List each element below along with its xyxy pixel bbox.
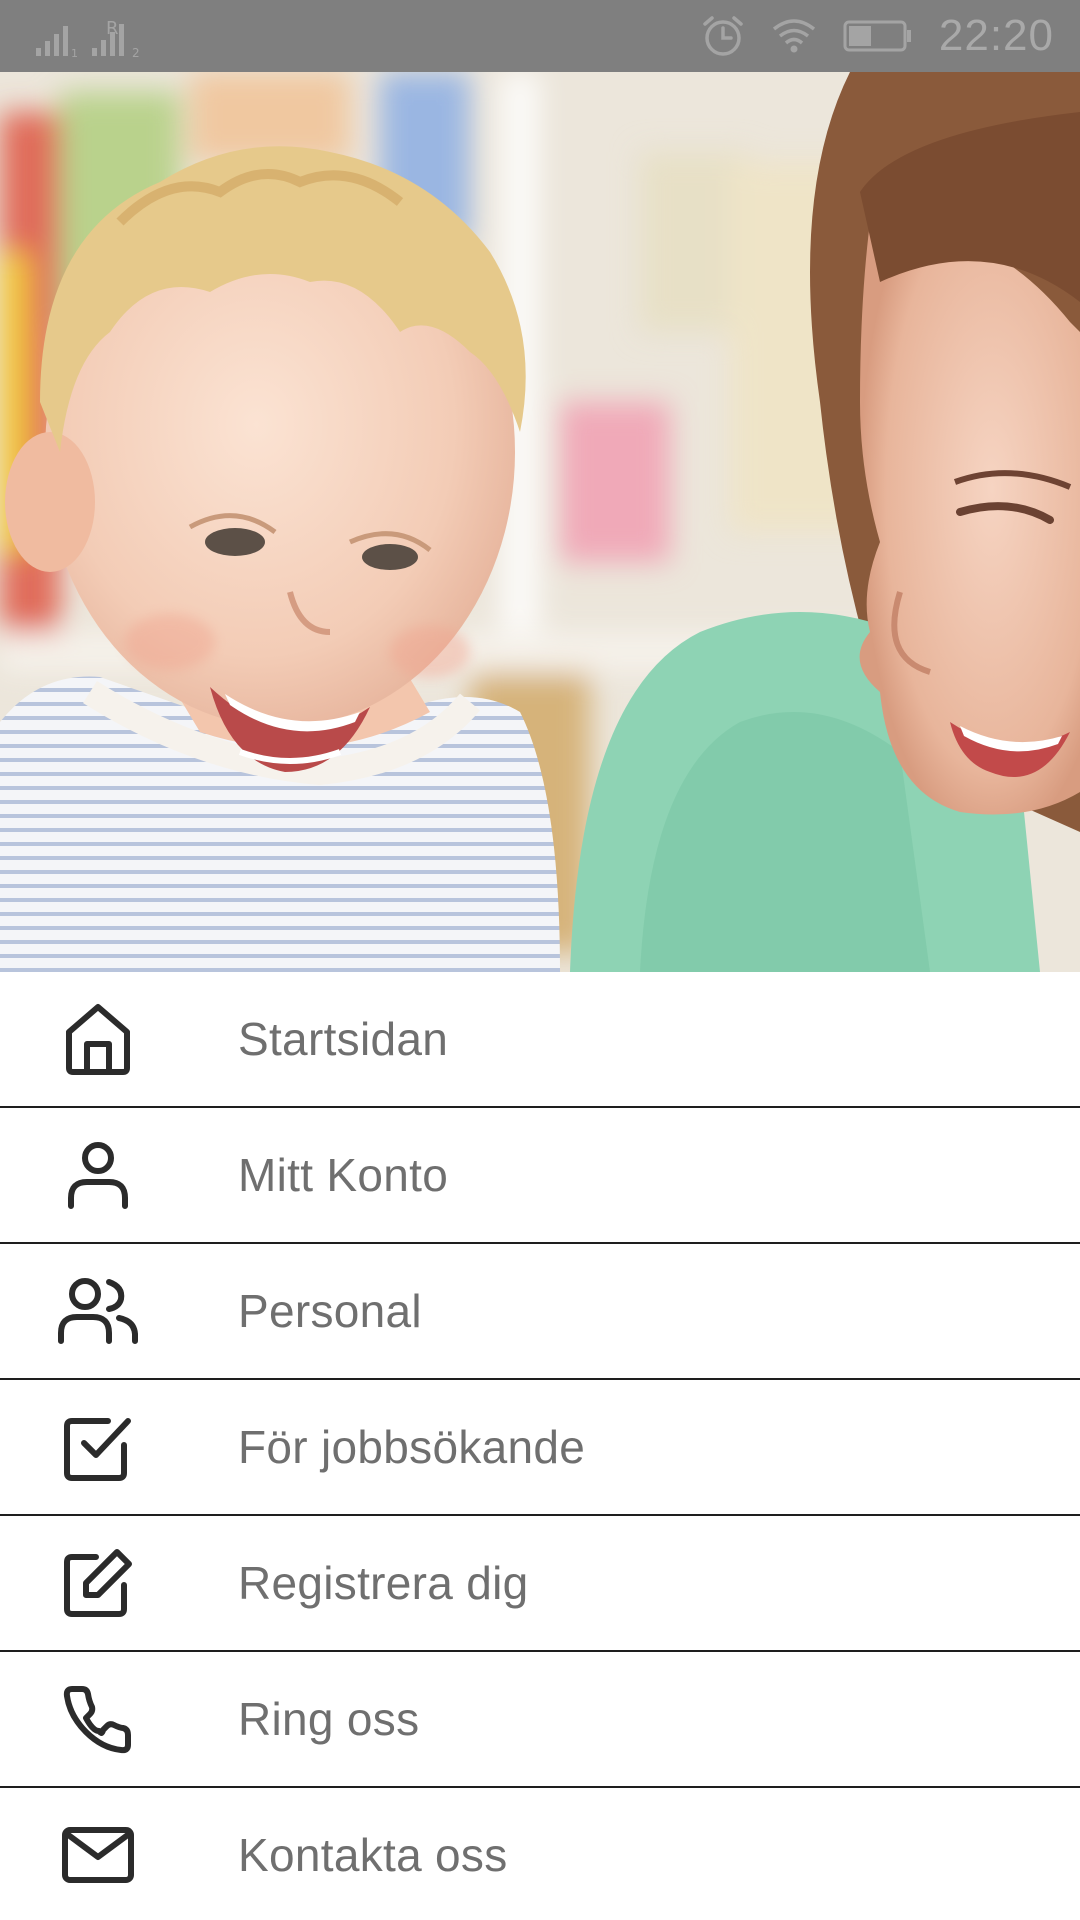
menu-item-label: Mitt Konto: [238, 1149, 449, 1201]
menu-item-ring-oss[interactable]: Ring oss: [0, 1652, 1080, 1788]
menu-item-label: Personal: [238, 1285, 422, 1337]
signal-sim1-icon: 1: [36, 26, 78, 58]
menu-item-label: Kontakta oss: [238, 1829, 508, 1881]
battery-icon: [843, 20, 911, 52]
phone-icon: [56, 1677, 140, 1761]
status-bar: 1 R 2 22:20: [0, 0, 1080, 72]
mail-icon: [56, 1813, 140, 1897]
menu-item-registrera-dig[interactable]: Registrera dig: [0, 1516, 1080, 1652]
menu-item-personal[interactable]: Personal: [0, 1244, 1080, 1380]
alarm-icon: [703, 16, 743, 56]
signal-sim2-icon: R 2: [92, 18, 140, 58]
drawer-menu: Startsidan Mitt Konto Personal För jobbs…: [0, 972, 1080, 1920]
hero-illustration: [0, 72, 1080, 972]
sim1-label: 1: [71, 47, 78, 58]
navigation-drawer: 1 R 2 22:20 Startsidan Mitt Konto Person…: [0, 0, 1080, 1920]
menu-item-label: Startsidan: [238, 1013, 449, 1065]
wifi-icon: [772, 19, 815, 53]
header-photo: [0, 72, 1080, 972]
user-icon: [56, 1133, 140, 1217]
clock-time: 22:20: [938, 11, 1054, 60]
users-icon: [56, 1269, 140, 1353]
home-icon: [56, 997, 140, 1081]
menu-item-label: Ring oss: [238, 1693, 420, 1745]
menu-item-kontakta-oss[interactable]: Kontakta oss: [0, 1788, 1080, 1920]
menu-item-label: För jobbsökande: [238, 1421, 586, 1473]
menu-item-label: Registrera dig: [238, 1557, 529, 1609]
signal-indicators: 1 R 2: [34, 14, 158, 58]
menu-item-for-jobbsokande[interactable]: För jobbsökande: [0, 1380, 1080, 1516]
status-right-group: 22:20: [701, 0, 1054, 72]
sim2-label: 2: [132, 46, 140, 58]
menu-item-mitt-konto[interactable]: Mitt Konto: [0, 1108, 1080, 1244]
menu-item-startsidan[interactable]: Startsidan: [0, 972, 1080, 1108]
edit-icon: [56, 1541, 140, 1625]
checkbox-icon: [56, 1405, 140, 1489]
